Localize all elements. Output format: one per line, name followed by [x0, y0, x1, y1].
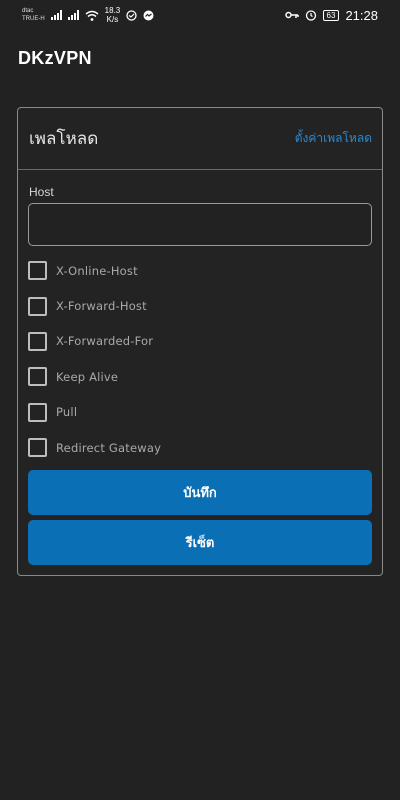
host-input[interactable] — [28, 203, 372, 246]
signal-icon-2 — [67, 10, 79, 20]
signal-icon — [50, 10, 62, 20]
speed-value: 18.3 — [104, 6, 121, 15]
option-label: Keep Alive — [56, 369, 119, 384]
option-label: X-Forwarded-For — [56, 334, 154, 349]
app-title: DKzVPN — [18, 48, 92, 68]
vpn-key-icon — [284, 11, 299, 19]
option-x-forwarded-for[interactable]: X-Forwarded-For — [28, 324, 368, 359]
x-forward-host-checkbox[interactable] — [28, 296, 47, 316]
options-list: X-Online-Host X-Forward-Host X-Forwarded… — [28, 253, 368, 465]
option-label: Pull — [56, 405, 78, 420]
speed-unit: K/s — [106, 15, 119, 24]
host-label: Host — [29, 185, 54, 199]
messenger-icon — [143, 10, 154, 20]
save-button[interactable]: บันทึก — [28, 470, 372, 515]
notification-icon — [126, 9, 137, 21]
carrier-network: TRUE-H — [22, 16, 45, 22]
redirect-gateway-checkbox[interactable] — [28, 438, 47, 458]
option-redirect-gateway[interactable]: Redirect Gateway — [28, 430, 368, 465]
keep-alive-checkbox[interactable] — [28, 367, 47, 387]
payload-settings-link[interactable]: ตั้งค่าเพลโหลด — [295, 129, 372, 148]
status-bar: dtac TRUE-H 18.3 K/s 63 21:28 — [0, 0, 400, 30]
x-online-host-checkbox[interactable] — [28, 261, 47, 281]
alarm-icon — [305, 10, 316, 21]
battery-icon: 63 — [322, 9, 340, 21]
option-x-forward-host[interactable]: X-Forward-Host — [28, 288, 368, 323]
option-label: X-Forward-Host — [56, 299, 147, 314]
option-pull[interactable]: Pull — [28, 395, 368, 430]
wifi-icon — [85, 10, 99, 21]
card-title: เพลโหลด — [29, 129, 99, 148]
pull-checkbox[interactable] — [28, 402, 47, 422]
status-right: 63 21:28 — [284, 7, 378, 23]
option-label: X-Online-Host — [56, 263, 138, 278]
network-speed: 18.3 K/s — [105, 6, 121, 24]
carrier-info: dtac TRUE-H — [22, 7, 45, 23]
status-left: dtac TRUE-H 18.3 K/s — [22, 6, 154, 24]
option-label: Redirect Gateway — [56, 440, 162, 455]
clock: 21:28 — [345, 7, 378, 23]
reset-button[interactable]: รีเซ็ต — [28, 520, 372, 565]
card-header: เพลโหลด ตั้งค่าเพลโหลด — [18, 108, 382, 170]
x-forwarded-for-checkbox[interactable] — [28, 331, 47, 351]
option-keep-alive[interactable]: Keep Alive — [28, 359, 368, 394]
carrier-name: dtac — [22, 8, 34, 14]
payload-card: เพลโหลด ตั้งค่าเพลโหลด Host X-Online-Hos… — [17, 107, 383, 576]
option-x-online-host[interactable]: X-Online-Host — [28, 253, 368, 288]
